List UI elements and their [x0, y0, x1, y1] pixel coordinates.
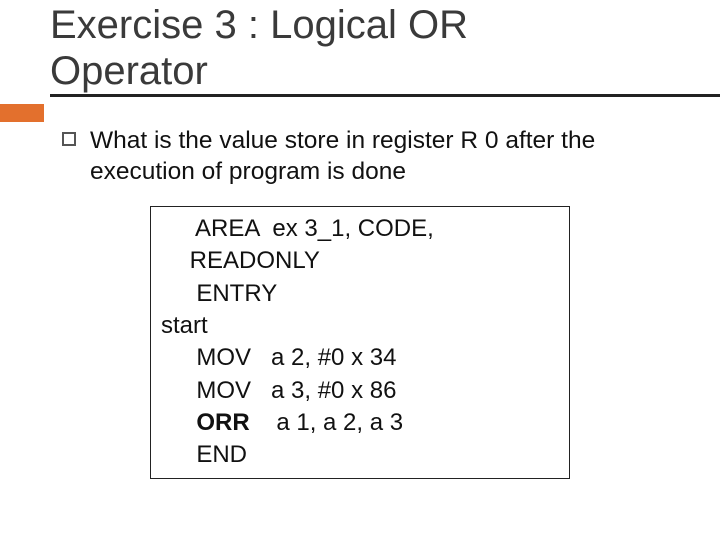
- code-line: ORR a 1, a 2, a 3: [161, 407, 559, 439]
- code-opcode: ORR: [183, 409, 250, 436]
- accent-bar: [0, 104, 44, 122]
- slide-body: What is the value store in register R 0 …: [0, 97, 720, 479]
- slide-title: Exercise 3 : Logical OR Operator: [50, 2, 720, 97]
- code-line: AREA ex 3_1, CODE,: [161, 213, 559, 245]
- code-args: a 1, a 2, a 3: [250, 409, 403, 436]
- code-line: start: [161, 310, 559, 342]
- code-line: ENTRY: [161, 278, 559, 310]
- slide-title-block: Exercise 3 : Logical OR Operator: [0, 2, 720, 97]
- bullet-row: What is the value store in register R 0 …: [62, 125, 670, 188]
- code-line: MOV a 2, #0 x 34: [161, 342, 559, 374]
- code-line: END: [161, 439, 559, 471]
- square-bullet-icon: [62, 132, 76, 146]
- code-box: AREA ex 3_1, CODE, READONLY ENTRY start …: [150, 206, 570, 479]
- code-line: MOV a 3, #0 x 86: [161, 375, 559, 407]
- question-text: What is the value store in register R 0 …: [90, 125, 670, 188]
- code-line: READONLY: [161, 245, 559, 277]
